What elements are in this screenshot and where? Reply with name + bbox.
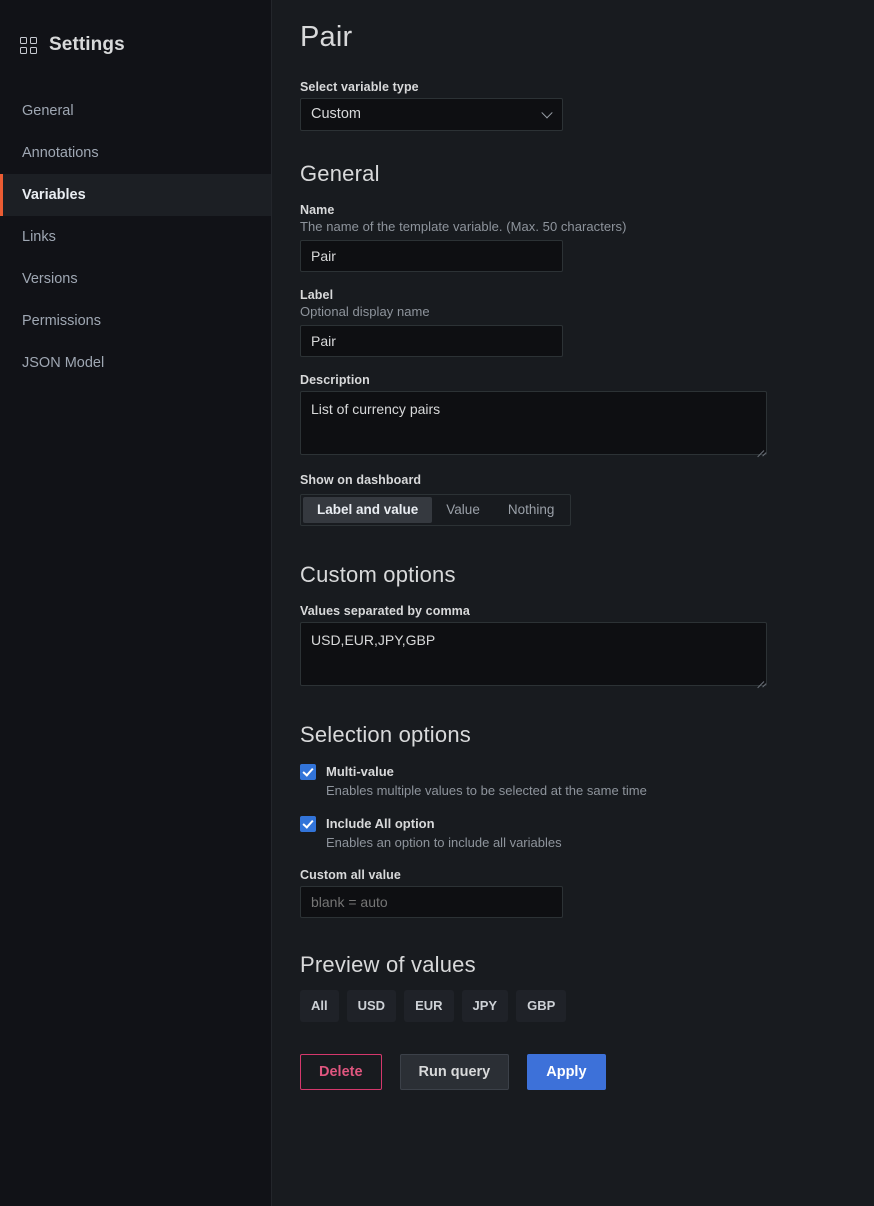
- show-on-dashboard-label: Show on dashboard: [300, 472, 422, 487]
- include-all-description: Enables an option to include all variabl…: [326, 834, 562, 850]
- name-input-value: Pair: [311, 247, 336, 264]
- active-indicator: [0, 90, 3, 132]
- chevron-down-icon: [541, 107, 553, 119]
- name-field: Name The name of the template variable. …: [300, 203, 874, 272]
- sidebar-header: Settings: [0, 28, 271, 62]
- description-textarea[interactable]: List of currency pairs: [300, 390, 767, 458]
- run-query-button[interactable]: Run query: [399, 1053, 510, 1090]
- label-description: Optional display name: [300, 303, 430, 319]
- description-textarea-value: List of currency pairs: [311, 400, 441, 417]
- variable-type-select[interactable]: Custom: [300, 97, 563, 131]
- preview-chips: All USD EUR JPY GBP: [300, 989, 874, 1022]
- radio-option-nothing[interactable]: Nothing: [494, 497, 569, 523]
- preview-chip-jpy: JPY: [461, 989, 509, 1022]
- general-section-heading: General: [300, 160, 380, 186]
- custom-values-field: Values separated by comma USD,EUR,JPY,GB…: [300, 603, 874, 689]
- description-label: Description: [300, 372, 370, 387]
- settings-page: Settings General Annotations Variables L…: [0, 0, 874, 1206]
- delete-button[interactable]: Delete: [300, 1053, 382, 1090]
- include-all-line: Include All option: [300, 815, 874, 832]
- sidebar-item-json-model[interactable]: JSON Model: [0, 342, 271, 384]
- custom-all-value-field: Custom all value: [300, 868, 874, 918]
- include-all-checkbox[interactable]: [300, 815, 316, 832]
- custom-values-textarea[interactable]: USD,EUR,JPY,GBP: [300, 621, 767, 689]
- preview-chip-eur: EUR: [404, 989, 454, 1022]
- label-field: Label Optional display name Pair: [300, 288, 874, 357]
- resize-handle-icon[interactable]: [755, 443, 767, 458]
- active-indicator: [0, 258, 3, 300]
- name-label: Name: [300, 202, 335, 217]
- action-buttons: Delete Run query Apply: [300, 1053, 874, 1090]
- variable-type-label: Select variable type: [300, 79, 419, 94]
- preview-chip-all: All: [300, 989, 339, 1022]
- active-indicator: [0, 216, 3, 258]
- radio-option-value[interactable]: Value: [432, 497, 494, 523]
- sidebar-item-label: Variables: [22, 187, 86, 203]
- description-field: Description List of currency pairs: [300, 372, 874, 458]
- preview-chip-gbp: GBP: [516, 989, 567, 1022]
- multi-value-label: Multi-value: [326, 764, 394, 780]
- apply-button[interactable]: Apply: [527, 1053, 606, 1090]
- selection-options-heading: Selection options: [300, 721, 471, 747]
- sidebar-item-annotations[interactable]: Annotations: [0, 132, 271, 174]
- multi-value-description: Enables multiple values to be selected a…: [326, 782, 647, 798]
- preview-chip-usd: USD: [346, 989, 397, 1022]
- sidebar-item-label: Versions: [22, 271, 78, 287]
- show-on-dashboard-field: Show on dashboard Label and value Value …: [300, 473, 874, 526]
- active-indicator: [0, 132, 3, 174]
- radio-option-label-and-value[interactable]: Label and value: [303, 496, 433, 523]
- active-indicator: [0, 342, 3, 384]
- variable-type-value: Custom: [311, 106, 361, 123]
- custom-all-value-label: Custom all value: [300, 867, 401, 882]
- variable-editor-panel: Pair Select variable type Custom General…: [272, 0, 874, 1206]
- variable-type-field: Select variable type Custom: [300, 80, 874, 131]
- name-input[interactable]: Pair: [300, 239, 563, 272]
- sidebar-item-links[interactable]: Links: [0, 216, 271, 258]
- multi-value-option: Multi-value Enables multiple values to b…: [300, 763, 874, 798]
- custom-all-value-input[interactable]: [300, 885, 563, 918]
- custom-values-value: USD,EUR,JPY,GBP: [311, 631, 436, 648]
- multi-value-checkbox[interactable]: [300, 763, 316, 780]
- sidebar-item-general[interactable]: General: [0, 90, 271, 132]
- label-label: Label: [300, 287, 334, 302]
- active-indicator: [0, 300, 3, 342]
- sidebar-title: Settings: [49, 34, 125, 55]
- sidebar-item-label: Annotations: [22, 145, 99, 161]
- settings-nav: General Annotations Variables Links Vers…: [0, 90, 271, 384]
- label-input[interactable]: Pair: [300, 324, 563, 357]
- sidebar-item-label: General: [22, 103, 74, 119]
- sidebar-item-label: Links: [22, 229, 56, 245]
- sidebar-item-label: Permissions: [22, 313, 101, 329]
- show-on-dashboard-radio-group: Label and value Value Nothing: [300, 493, 572, 526]
- include-all-option: Include All option Enables an option to …: [300, 815, 874, 850]
- label-input-value: Pair: [311, 332, 336, 349]
- sidebar-item-variables[interactable]: Variables: [0, 174, 271, 216]
- name-description: The name of the template variable. (Max.…: [300, 218, 627, 234]
- grid-icon: [20, 36, 37, 54]
- sidebar-item-versions[interactable]: Versions: [0, 258, 271, 300]
- custom-options-heading: Custom options: [300, 561, 456, 587]
- settings-sidebar: Settings General Annotations Variables L…: [0, 0, 272, 1206]
- sidebar-item-label: JSON Model: [22, 355, 105, 371]
- resize-handle-icon[interactable]: [755, 674, 767, 689]
- include-all-label: Include All option: [326, 816, 435, 832]
- sidebar-item-permissions[interactable]: Permissions: [0, 300, 271, 342]
- page-title: Pair: [300, 21, 353, 53]
- active-indicator: [0, 174, 3, 216]
- custom-values-label: Values separated by comma: [300, 603, 470, 618]
- preview-heading: Preview of values: [300, 951, 476, 977]
- multi-value-line: Multi-value: [300, 763, 874, 780]
